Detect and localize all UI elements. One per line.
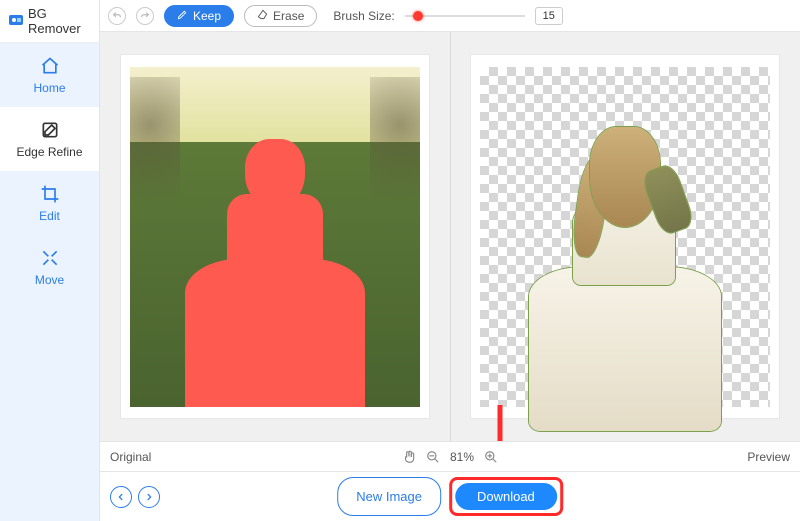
move-icon (39, 247, 61, 269)
status-bar: Original 81% Preview (100, 441, 800, 471)
canvas-area (100, 32, 800, 441)
redo-button[interactable] (136, 7, 154, 25)
brush-keep-icon (177, 9, 188, 23)
sidebar-item-label: Edge Refine (16, 145, 82, 159)
slider-track (405, 15, 525, 17)
zoom-controls: 81% (402, 450, 498, 464)
brush-size-label: Brush Size: (333, 9, 394, 23)
original-image (130, 67, 420, 407)
next-button[interactable] (138, 486, 160, 508)
bottom-bar: New Image Download (100, 471, 800, 521)
brush-size-slider[interactable] (405, 9, 525, 23)
preview-label: Preview (747, 450, 790, 464)
zoom-out-icon[interactable] (426, 450, 440, 464)
eraser-icon (257, 9, 268, 23)
zoom-value: 81% (450, 450, 474, 464)
cta-group: New Image Download (337, 477, 563, 516)
crop-icon (39, 183, 61, 205)
edge-refine-icon (39, 119, 61, 141)
brand: BG Remover (0, 0, 99, 43)
main-area: Keep Erase Brush Size: 15 (100, 0, 800, 521)
original-pane (100, 32, 450, 441)
brand-logo-icon (8, 12, 24, 31)
home-icon (39, 55, 61, 77)
sidebar-item-edit[interactable]: Edit (0, 171, 99, 235)
transparent-background (480, 67, 770, 407)
tree-decor (370, 77, 420, 237)
keep-label: Keep (193, 9, 221, 23)
new-image-button[interactable]: New Image (337, 477, 441, 516)
slider-thumb[interactable] (413, 11, 423, 21)
keep-button[interactable]: Keep (164, 5, 234, 27)
prev-button[interactable] (110, 486, 132, 508)
sidebar: BG Remover Home Edge Refine Edit Move (0, 0, 100, 521)
brush-size-value: 15 (535, 7, 563, 25)
annotation-highlight-box: Download (449, 477, 563, 516)
pan-hand-icon[interactable] (402, 450, 416, 464)
sidebar-item-label: Home (33, 81, 65, 95)
preview-pane (450, 32, 800, 441)
sidebar-item-home[interactable]: Home (0, 43, 99, 107)
toolbar: Keep Erase Brush Size: 15 (100, 0, 800, 32)
cutout-subject (525, 127, 725, 427)
sidebar-item-label: Edit (39, 209, 60, 223)
brand-title: BG Remover (28, 6, 91, 36)
original-label: Original (110, 450, 151, 464)
original-image-card[interactable] (120, 54, 430, 419)
download-button[interactable]: Download (455, 483, 557, 510)
erase-label: Erase (273, 9, 304, 23)
sidebar-item-move[interactable]: Move (0, 235, 99, 299)
sidebar-item-edge-refine[interactable]: Edge Refine (0, 107, 99, 171)
preview-image-card[interactable] (470, 54, 780, 419)
keep-mask-overlay (185, 139, 365, 407)
sidebar-item-label: Move (35, 273, 64, 287)
tree-decor (130, 77, 180, 237)
undo-button[interactable] (108, 7, 126, 25)
erase-button[interactable]: Erase (244, 5, 317, 27)
zoom-in-icon[interactable] (484, 450, 498, 464)
